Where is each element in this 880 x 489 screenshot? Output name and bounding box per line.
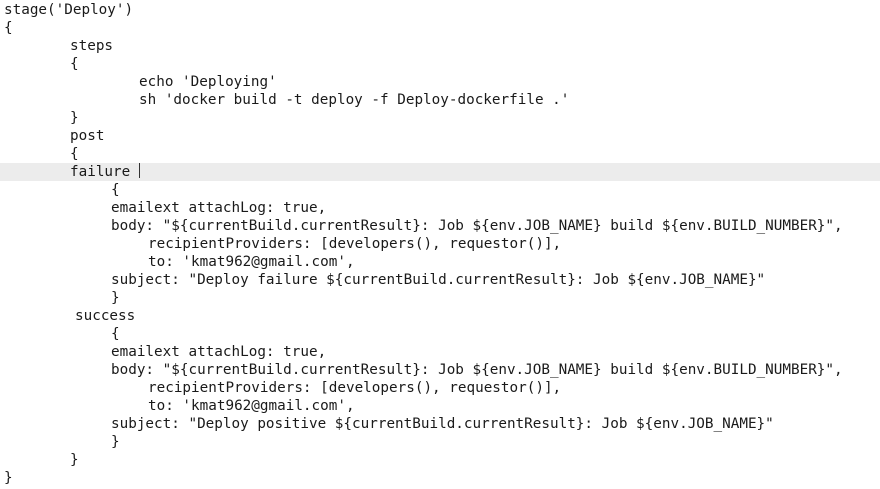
code-line: body: "${currentBuild.currentResult}: Jo… [0, 217, 880, 235]
code-text: body: "${currentBuild.currentResult}: Jo… [111, 362, 843, 378]
code-text: post [70, 128, 105, 144]
code-line: } [0, 451, 880, 469]
code-line: recipientProviders: [developers(), reque… [0, 379, 880, 397]
code-text: to: 'kmat962@gmail.com', [148, 398, 355, 414]
code-text: { [70, 56, 79, 72]
code-line: success [0, 307, 880, 325]
code-text: to: 'kmat962@gmail.com', [148, 254, 355, 270]
code-line: recipientProviders: [developers(), reque… [0, 235, 880, 253]
code-text: { [111, 326, 120, 342]
code-text: { [4, 20, 13, 36]
code-text: } [70, 110, 79, 126]
code-text: emailext attachLog: true, [111, 344, 327, 360]
code-line: to: 'kmat962@gmail.com', [0, 253, 880, 271]
code-text: } [111, 434, 120, 450]
current-code-line: failure [0, 163, 880, 181]
code-text: echo 'Deploying' [139, 74, 277, 90]
code-line: subject: "Deploy failure ${currentBuild.… [0, 271, 880, 289]
code-line: { [0, 55, 880, 73]
code-text: stage('Deploy') [4, 2, 134, 18]
code-line: } [0, 433, 880, 451]
code-line: sh 'docker build -t deploy -f Deploy-doc… [0, 91, 880, 109]
code-line: emailext attachLog: true, [0, 199, 880, 217]
code-line: steps [0, 37, 880, 55]
code-line: stage('Deploy') [0, 1, 880, 19]
code-text: } [111, 290, 120, 306]
code-text: } [70, 452, 79, 468]
text-cursor [136, 163, 140, 181]
code-text: subject: "Deploy failure ${currentBuild.… [111, 272, 766, 288]
code-text: success [75, 308, 136, 324]
code-text: failure [70, 164, 131, 180]
code-line: to: 'kmat962@gmail.com', [0, 397, 880, 415]
code-line: { [0, 181, 880, 199]
code-line: { [0, 325, 880, 343]
code-line: } [0, 289, 880, 307]
code-text: } [4, 470, 13, 486]
code-line: } [0, 109, 880, 127]
code-line: echo 'Deploying' [0, 73, 880, 91]
code-text: recipientProviders: [developers(), reque… [148, 236, 562, 252]
code-text: { [111, 182, 120, 198]
code-line: post [0, 127, 880, 145]
code-line: { [0, 145, 880, 163]
code-editor[interactable]: stage('Deploy') { steps { echo 'Deployin… [0, 0, 880, 489]
code-text: { [70, 146, 79, 162]
code-line: } [0, 469, 880, 487]
code-text: steps [70, 38, 114, 54]
code-text: emailext attachLog: true, [111, 200, 327, 216]
code-text: subject: "Deploy positive ${currentBuild… [111, 416, 774, 432]
code-line: subject: "Deploy positive ${currentBuild… [0, 415, 880, 433]
code-text: sh 'docker build -t deploy -f Deploy-doc… [139, 92, 570, 108]
code-line: { [0, 19, 880, 37]
code-line: body: "${currentBuild.currentResult}: Jo… [0, 361, 880, 379]
code-text: body: "${currentBuild.currentResult}: Jo… [111, 218, 843, 234]
code-line: emailext attachLog: true, [0, 343, 880, 361]
code-text: recipientProviders: [developers(), reque… [148, 380, 562, 396]
